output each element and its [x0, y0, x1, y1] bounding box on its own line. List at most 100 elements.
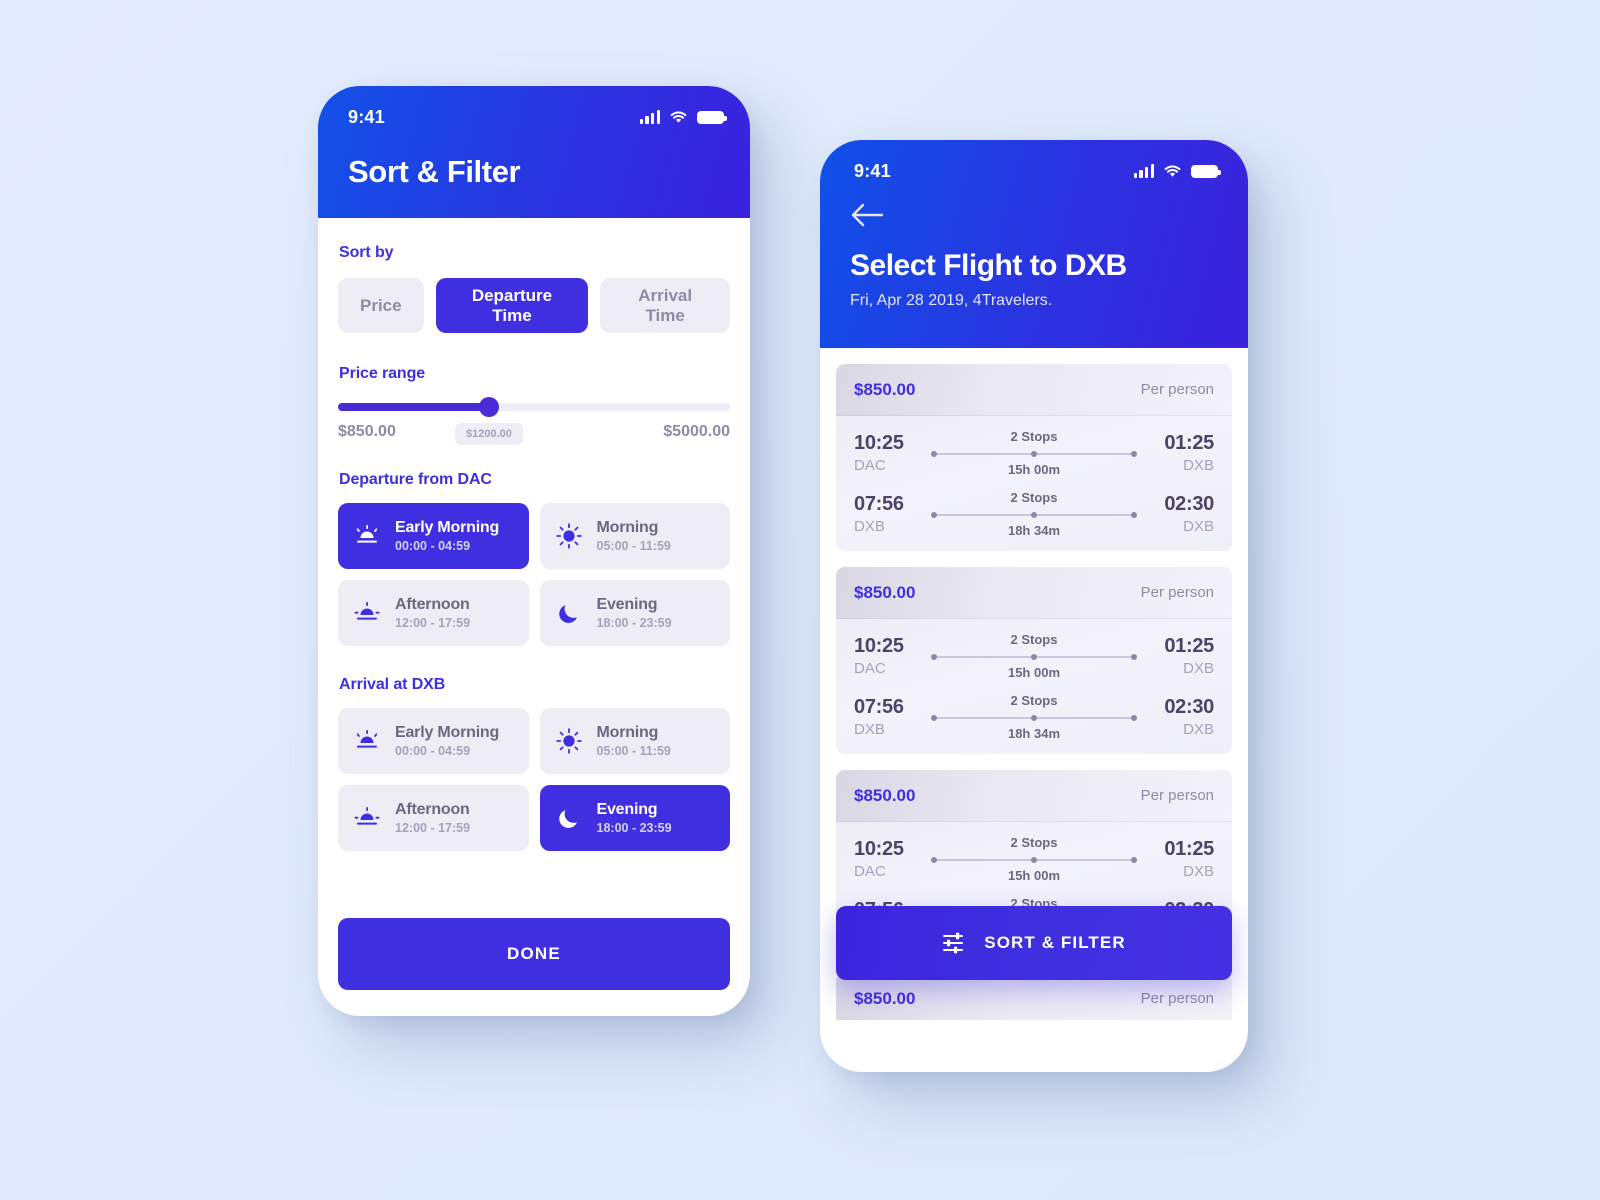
leg-arrive: 01:25 DXB — [1140, 838, 1214, 880]
leg-arrive-time: 02:30 — [1164, 696, 1214, 718]
done-button[interactable]: DONE — [338, 918, 730, 990]
sunset-icon — [352, 598, 382, 628]
option-name: Morning — [596, 519, 659, 536]
leg-line — [931, 713, 1137, 723]
leg-arrive-time: 01:25 — [1164, 432, 1214, 454]
leg-duration: 18h 34m — [1007, 523, 1061, 538]
flight-card-header: $850.00 Per person — [836, 364, 1232, 416]
per-person-label: Per person — [1140, 787, 1214, 804]
leg-arrive-code: DXB — [1183, 721, 1214, 738]
per-person-label: Per person — [1140, 584, 1214, 601]
option-time: 05:00 - 11:59 — [596, 539, 671, 553]
wifi-icon — [1164, 165, 1181, 177]
departure-option-text: Early Morning 00:00 - 04:59 — [395, 519, 499, 553]
sort-by-options: Price Departure Time Arrival Time — [338, 278, 730, 333]
leg-middle: 2 Stops 15h 00m — [928, 835, 1140, 883]
leg-duration: 15h 00m — [1007, 665, 1061, 680]
flight-list[interactable]: $850.00 Per person 10:25 DAC 2 Stops 15h… — [820, 348, 1248, 1020]
leg-stops: 2 Stops — [1010, 490, 1058, 505]
departure-option-text: Afternoon 12:00 - 17:59 — [395, 596, 470, 630]
flight-card[interactable]: $850.00 Per person 10:25 DAC 2 Stops — [836, 973, 1232, 1020]
leg-arrive-code: DXB — [1183, 457, 1214, 474]
filter-body: Sort by Price Departure Time Arrival Tim… — [318, 218, 750, 1016]
battery-icon — [697, 110, 727, 124]
back-arrow-icon[interactable] — [850, 200, 884, 230]
leg-duration: 15h 00m — [1007, 868, 1061, 883]
option-time: 12:00 - 17:59 — [395, 821, 471, 835]
flight-card[interactable]: $850.00 Per person 10:25 DAC 2 Stops — [836, 364, 1232, 551]
flight-price: $850.00 — [854, 988, 916, 1008]
flight-card[interactable]: $850.00 Per person 10:25 DAC 2 Stops — [836, 567, 1232, 754]
arrival-options: Early Morning 00:00 - 04:59 Morning 05:0… — [338, 708, 730, 851]
leg-depart-code: DAC — [854, 660, 886, 677]
per-person-label: Per person — [1140, 990, 1214, 1007]
per-person-label: Per person — [1140, 381, 1214, 398]
arrival-option-evening[interactable]: Evening 18:00 - 23:59 — [539, 785, 730, 851]
leg-middle: 2 Stops 18h 34m — [928, 490, 1140, 538]
leg-depart-code: DXB — [854, 518, 885, 535]
status-time: 9:41 — [854, 160, 891, 181]
price-min-label: $850.00 — [338, 423, 396, 440]
leg-duration: 18h 34m — [1007, 726, 1061, 741]
leg-arrive-time: 02:30 — [1164, 493, 1214, 515]
leg-depart-time: 10:25 — [854, 838, 904, 860]
sort-option-price[interactable]: Price — [338, 278, 424, 333]
leg-duration: 15h 00m — [1007, 462, 1061, 477]
slider-thumb[interactable] — [478, 397, 499, 417]
leg-line — [931, 449, 1137, 459]
departure-option-evening[interactable]: Evening 18:00 - 23:59 — [539, 580, 730, 646]
arrival-option-text: Afternoon 12:00 - 17:59 — [395, 801, 470, 835]
flight-price: $850.00 — [854, 582, 916, 602]
arrival-option-morning[interactable]: Morning 05:00 - 11:59 — [539, 708, 730, 774]
leg-depart: 07:56 DXB — [854, 493, 928, 535]
price-range-slider[interactable] — [338, 397, 730, 417]
leg-middle: 2 Stops 15h 00m — [928, 632, 1140, 680]
option-name: Early Morning — [395, 519, 500, 536]
leg-stops: 2 Stops — [1010, 632, 1058, 647]
flight-leg: 10:25 DAC 2 Stops 15h 00m 01:25 DXB — [836, 416, 1232, 490]
leg-depart: 10:25 DAC — [854, 635, 928, 677]
leg-depart: 10:25 DAC — [854, 432, 928, 474]
price-current-bubble: $1200.00 — [454, 423, 523, 445]
flights-header: 9:41 Select Flight to DXB Fri, Apr 28 20… — [820, 140, 1248, 348]
leg-stops: 2 Stops — [1010, 429, 1058, 444]
leg-depart: 10:25 DAC — [854, 838, 928, 880]
price-max-label: $5000.00 — [663, 423, 730, 440]
leg-depart-code: DAC — [854, 863, 886, 880]
page-title: Select Flight to DXB — [850, 249, 1127, 282]
sort-option-departure-time[interactable]: Departure Time — [435, 278, 589, 333]
leg-stops: 2 Stops — [1010, 835, 1058, 850]
sort-option-arrival-time[interactable]: Arrival Time — [600, 278, 730, 333]
page-title: Sort & Filter — [348, 154, 521, 189]
option-time: 05:00 - 11:59 — [596, 744, 671, 758]
departure-label: Departure from DAC — [339, 471, 492, 488]
option-name: Morning — [596, 724, 659, 741]
wifi-icon — [670, 111, 687, 123]
departure-option-early-morning[interactable]: Early Morning 00:00 - 04:59 — [338, 503, 529, 569]
arrival-option-afternoon[interactable]: Afternoon 12:00 - 17:59 — [338, 785, 529, 851]
flight-card-header: $850.00 Per person — [836, 770, 1232, 822]
leg-stops: 2 Stops — [1010, 693, 1058, 708]
sort-and-filter-button[interactable]: SORT & FILTER — [836, 906, 1232, 980]
sort-by-label: Sort by — [339, 244, 394, 261]
leg-arrive-code: DXB — [1183, 863, 1214, 880]
leg-line — [931, 652, 1137, 662]
leg-arrive: 01:25 DXB — [1140, 635, 1214, 677]
option-time: 00:00 - 04:59 — [395, 539, 471, 553]
price-range-block: Price range $850.00 $5000.00 $1200.00 — [338, 365, 730, 445]
flight-price: $850.00 — [854, 785, 916, 805]
option-name: Afternoon — [395, 596, 470, 613]
moon-icon — [554, 598, 584, 628]
departure-option-morning[interactable]: Morning 05:00 - 11:59 — [539, 503, 730, 569]
leg-middle: 2 Stops 15h 00m — [928, 429, 1140, 477]
departure-option-afternoon[interactable]: Afternoon 12:00 - 17:59 — [338, 580, 529, 646]
canvas: 9:41 Sort & Filter Sort by Price Departu… — [0, 0, 1600, 1200]
leg-depart-code: DAC — [854, 457, 886, 474]
sunrise-icon — [352, 521, 382, 551]
arrival-option-text: Evening 18:00 - 23:59 — [597, 801, 672, 835]
leg-arrive-code: DXB — [1183, 660, 1214, 677]
sun-icon — [554, 726, 584, 756]
flight-leg: 10:25 DAC 2 Stops 15h 00m 01:25 DXB — [836, 619, 1232, 693]
arrival-option-early-morning[interactable]: Early Morning 00:00 - 04:59 — [338, 708, 529, 774]
leg-line — [931, 510, 1137, 520]
